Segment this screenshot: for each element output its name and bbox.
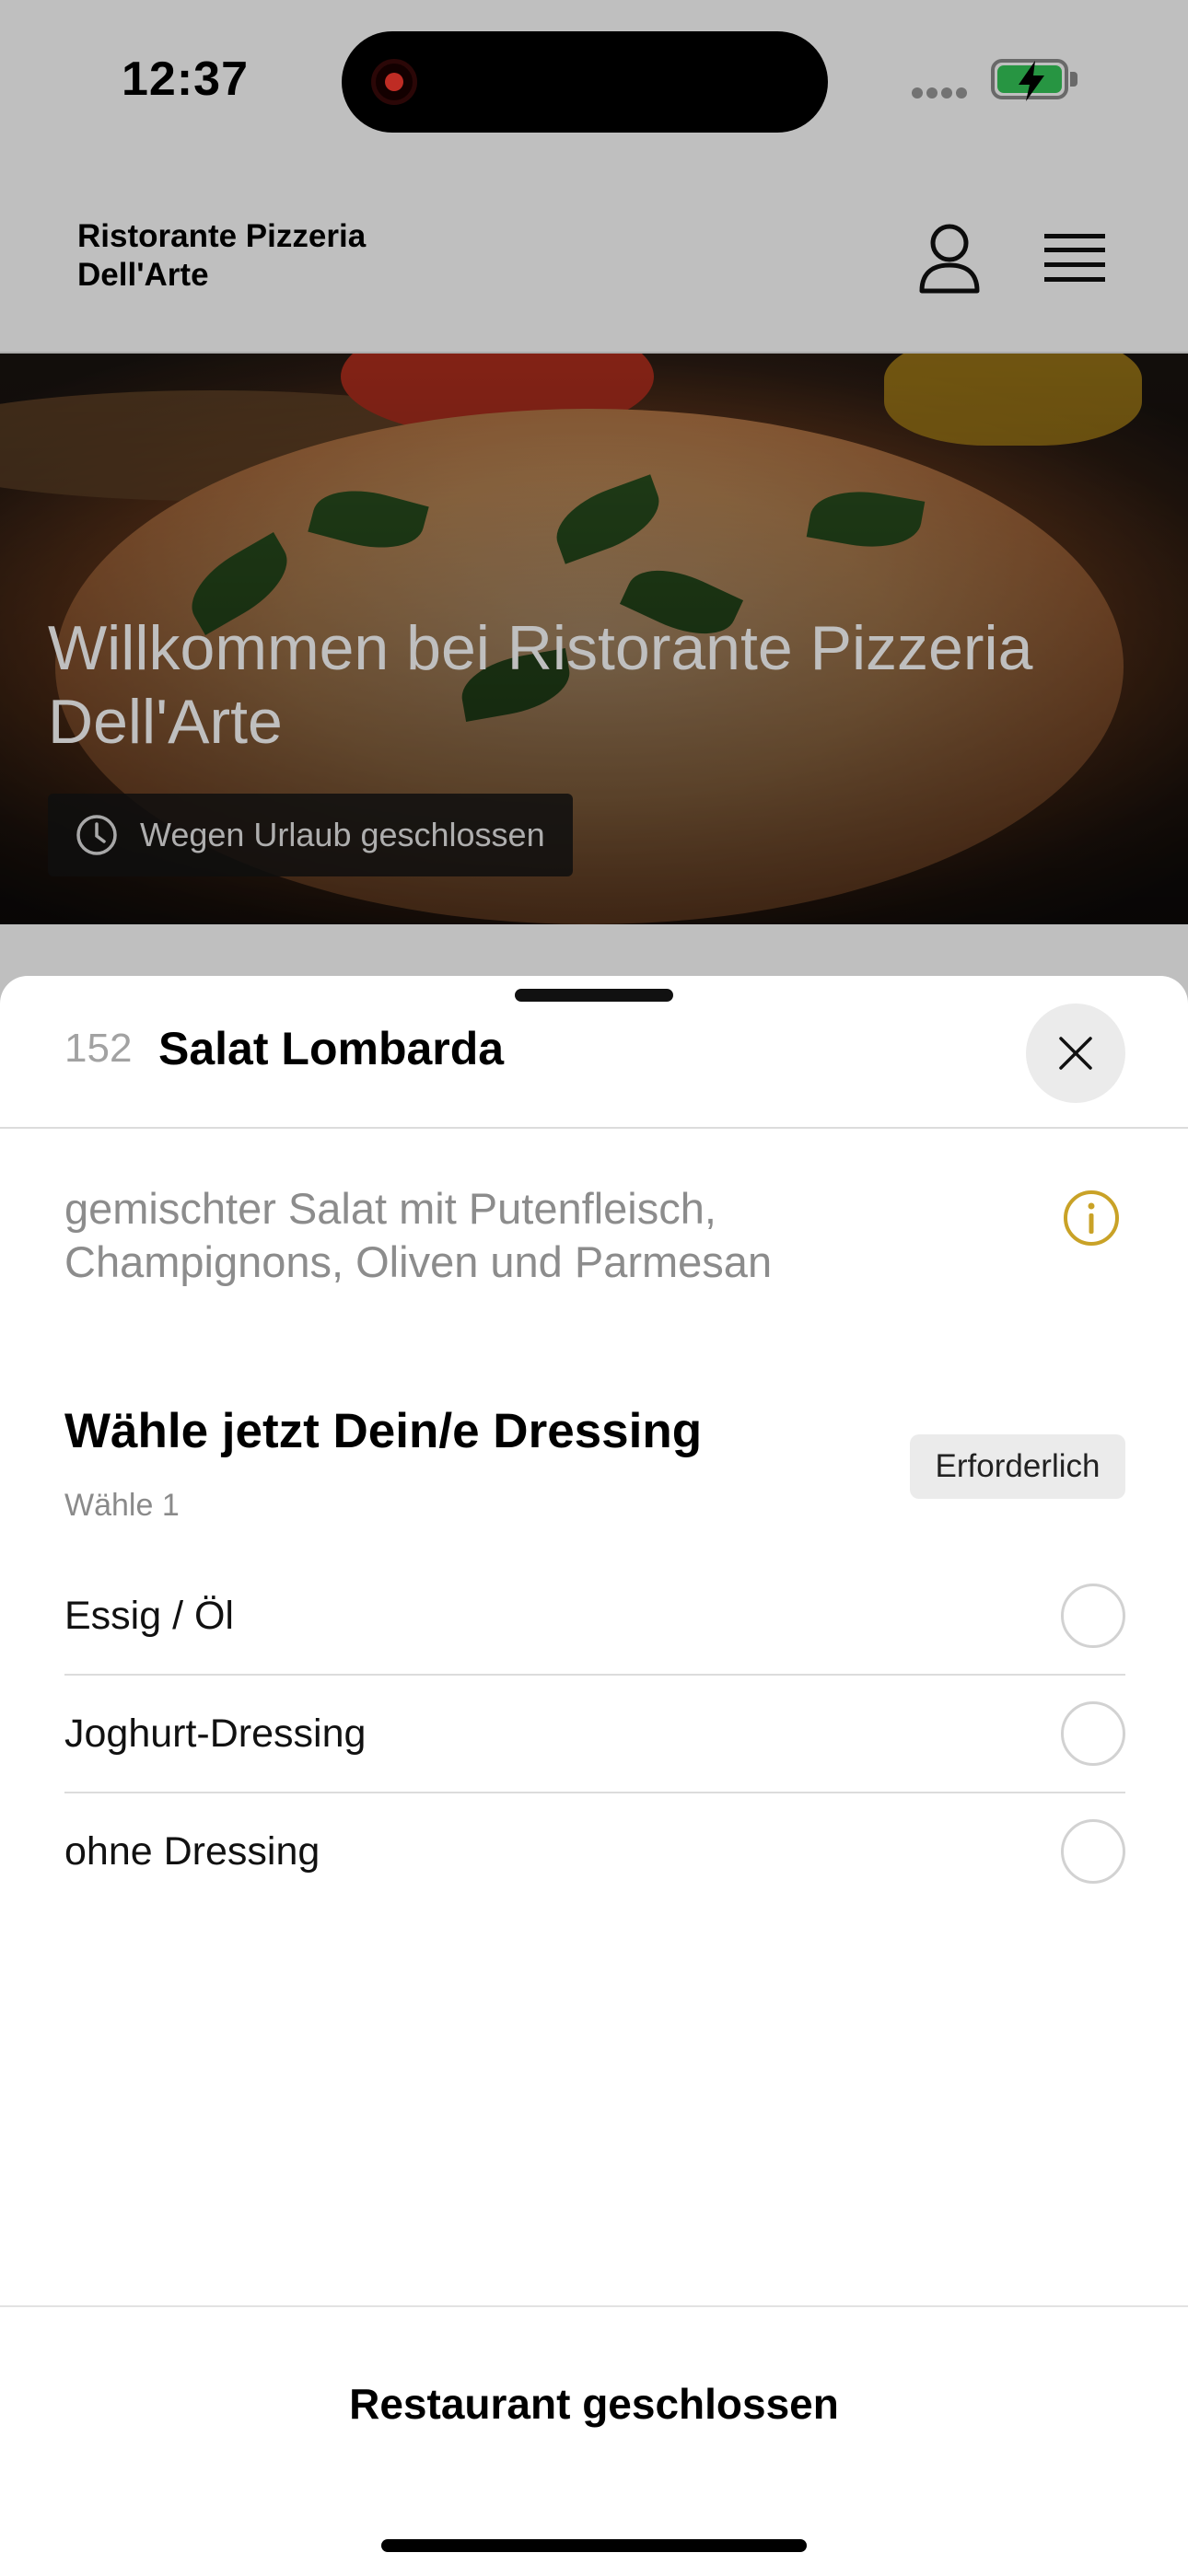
item-number: 152 [64,1026,133,1071]
option-essig-oel[interactable]: Essig / Öl [64,1558,1125,1676]
option-group-title: Wähle jetzt Dein/e Dressing [64,1404,703,1458]
sheet-footer: Restaurant geschlossen [0,2305,1188,2576]
restaurant-closed-button[interactable]: Restaurant geschlossen [0,2379,1188,2429]
option-ohne-dressing[interactable]: ohne Dressing [64,1793,1125,1909]
option-group-subtitle: Wähle 1 [64,1488,180,1523]
radio-button[interactable] [1061,1584,1125,1648]
item-description: gemischter Salat mit Putenfleisch, Champ… [64,1184,773,1286]
info-icon[interactable] [1063,1189,1120,1247]
sheet-grabber[interactable] [515,989,673,1002]
background-app: 12:37 Ristorante Pizzeria Dell'Arte Will… [0,0,1188,1013]
close-icon [1059,1037,1092,1070]
item-name: Salat Lombarda [158,1023,505,1074]
option-label: ohne Dressing [64,1828,320,1874]
modal-backdrop[interactable] [0,0,1188,1013]
home-indicator[interactable] [381,2539,807,2552]
sheet-header: 152 Salat Lombarda [0,976,1188,1129]
dressing-options-list: Essig / Öl Joghurt-Dressing ohne Dressin… [64,1558,1125,1909]
close-button[interactable] [1026,1004,1125,1103]
option-label: Essig / Öl [64,1593,234,1638]
option-joghurt-dressing[interactable]: Joghurt-Dressing [64,1676,1125,1793]
radio-button[interactable] [1061,1819,1125,1884]
required-badge: Erforderlich [910,1434,1125,1499]
radio-button[interactable] [1061,1701,1125,1766]
option-label: Joghurt-Dressing [64,1711,367,1756]
